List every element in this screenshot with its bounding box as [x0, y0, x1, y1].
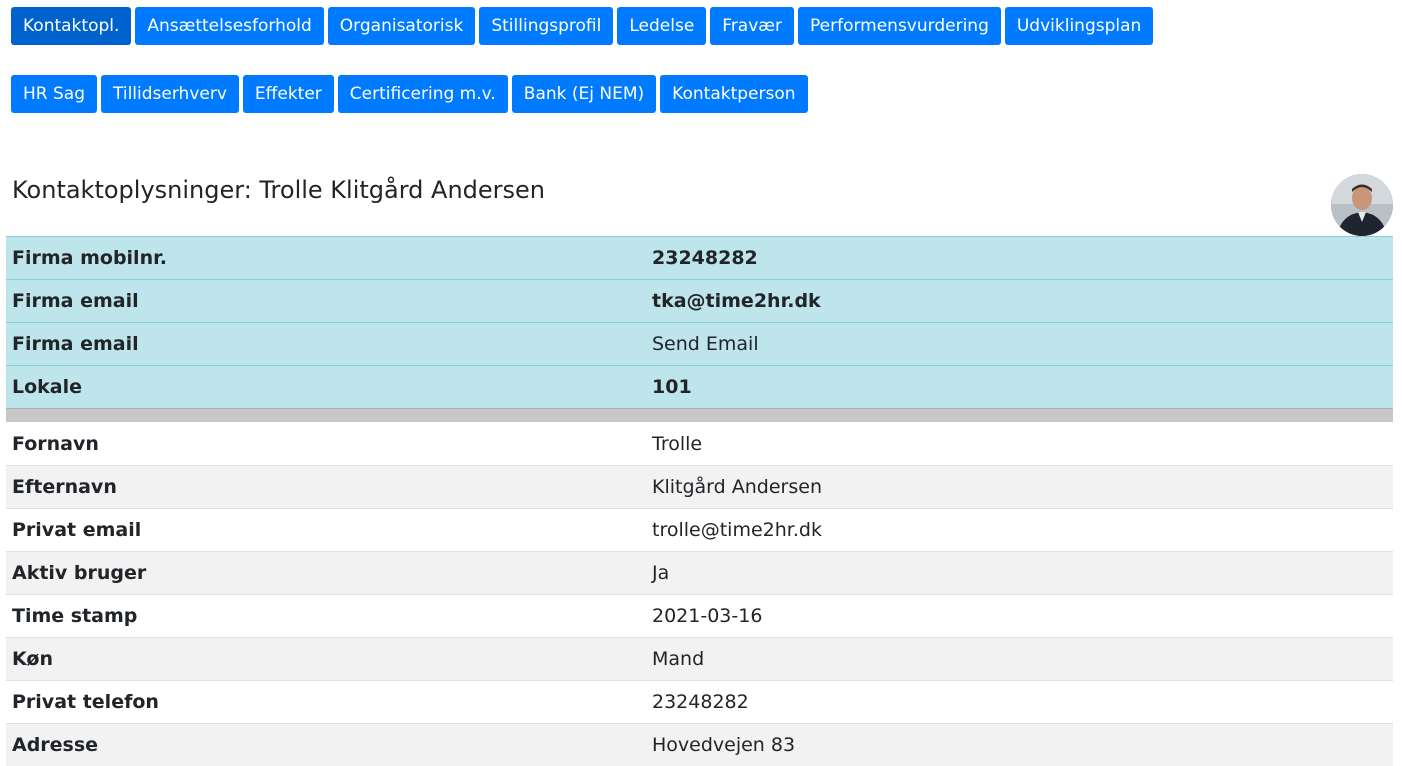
- row-label: Privat email: [12, 519, 142, 541]
- tabs-row-secondary: HR Sag Tillidserhverv Effekter Certifice…: [11, 75, 808, 113]
- row-value: Trolle: [652, 432, 703, 455]
- row-label: Fornavn: [12, 432, 99, 455]
- table-row: Adresse Hovedvejen 83: [6, 723, 1393, 766]
- row-label: Adresse: [12, 734, 99, 756]
- row-label: Køn: [12, 648, 53, 670]
- tab-stillingsprofil[interactable]: Stillingsprofil: [479, 7, 614, 45]
- tab-certificering[interactable]: Certificering m.v.: [337, 75, 508, 113]
- table-row: Køn Mand: [6, 637, 1393, 680]
- table-row: Firma email Send Email: [6, 322, 1393, 365]
- section-divider: [6, 408, 1393, 422]
- row-value: 23248282: [652, 247, 758, 269]
- row-value: Ja: [652, 562, 670, 584]
- tabs-row-primary: Kontaktopl. Ansættelsesforhold Organisat…: [11, 7, 1154, 45]
- row-value: 23248282: [652, 691, 749, 713]
- table-row: Time stamp 2021-03-16: [6, 594, 1393, 637]
- row-value: Klitgård Andersen: [652, 476, 822, 498]
- table-row: Privat telefon 23248282: [6, 680, 1393, 723]
- tab-organisatorisk[interactable]: Organisatorisk: [327, 7, 476, 45]
- tab-performensvurdering[interactable]: Performensvurdering: [797, 7, 1001, 45]
- tab-tillidserhverv[interactable]: Tillidserhverv: [101, 75, 239, 113]
- tab-fravaer[interactable]: Fravær: [710, 7, 794, 45]
- row-value: 2021-03-16: [652, 605, 763, 627]
- tab-effekter[interactable]: Effekter: [242, 75, 334, 113]
- row-label: Firma email: [12, 333, 139, 355]
- table-row: Firma mobilnr. 23248282: [6, 236, 1393, 279]
- person-photo-icon: [1331, 174, 1393, 236]
- avatar: [1331, 174, 1393, 236]
- row-value: Mand: [652, 648, 705, 670]
- row-value: 101: [652, 376, 692, 398]
- row-label: Aktiv bruger: [12, 562, 147, 584]
- tab-hr-sag[interactable]: HR Sag: [11, 75, 97, 113]
- table-row: Fornavn Trolle: [6, 422, 1393, 465]
- row-label: Lokale: [12, 376, 83, 398]
- contact-info-table: Firma mobilnr. 23248282 Firma email tka@…: [6, 236, 1393, 766]
- row-label: Firma email: [12, 290, 139, 312]
- row-label: Efternavn: [12, 476, 117, 498]
- row-value: tka@time2hr.dk: [652, 290, 821, 312]
- table-row: Firma email tka@time2hr.dk: [6, 279, 1393, 322]
- tab-udviklingsplan[interactable]: Udviklingsplan: [1004, 7, 1154, 45]
- send-email-link[interactable]: Send Email: [652, 333, 1393, 355]
- page-title: Kontaktoplysninger: Trolle Klitgård Ande…: [12, 176, 546, 204]
- tab-ledelse[interactable]: Ledelse: [617, 7, 707, 45]
- table-row: Efternavn Klitgård Andersen: [6, 465, 1393, 508]
- row-label: Privat telefon: [12, 691, 159, 713]
- table-row: Lokale 101: [6, 365, 1393, 408]
- table-row: Aktiv bruger Ja: [6, 551, 1393, 594]
- row-value: trolle@time2hr.dk: [652, 519, 822, 541]
- tab-kontaktopl[interactable]: Kontaktopl.: [11, 7, 132, 45]
- tab-kontaktperson[interactable]: Kontaktperson: [660, 75, 808, 113]
- tab-ansaettelsesforhold[interactable]: Ansættelsesforhold: [135, 7, 324, 45]
- row-label: Time stamp: [12, 605, 138, 627]
- table-row: Privat email trolle@time2hr.dk: [6, 508, 1393, 551]
- tab-bank[interactable]: Bank (Ej NEM): [511, 75, 657, 113]
- row-value: Hovedvejen 83: [652, 734, 796, 756]
- row-label: Firma mobilnr.: [12, 247, 167, 269]
